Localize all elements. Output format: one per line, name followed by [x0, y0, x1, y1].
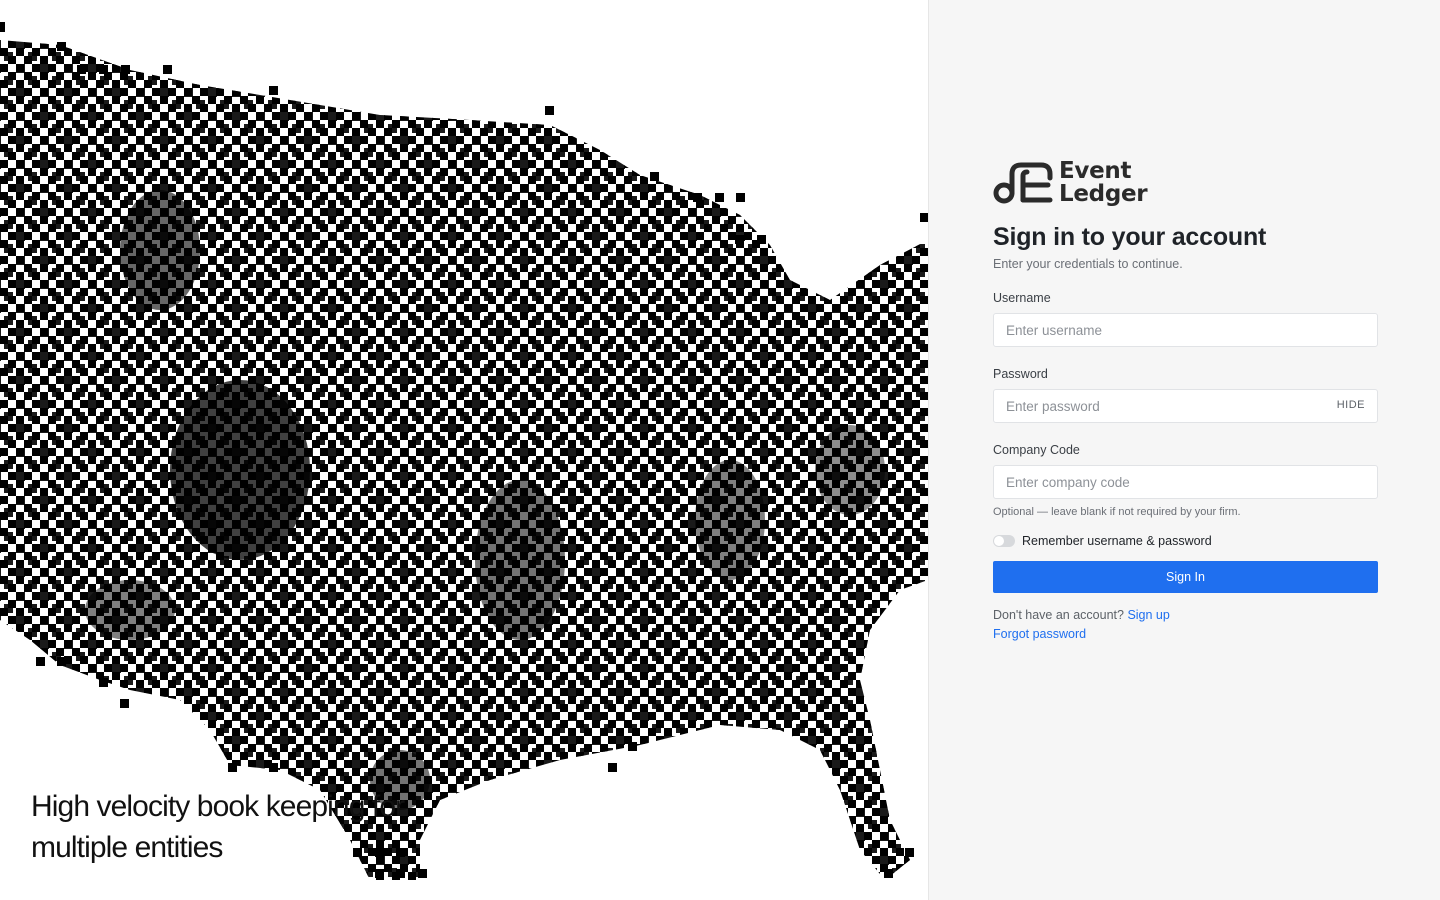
no-account-text: Don't have an account?: [993, 608, 1124, 622]
username-label: Username: [993, 291, 1051, 305]
sign-in-button[interactable]: Sign In: [993, 561, 1378, 593]
remember-label[interactable]: Remember username & password: [1022, 534, 1212, 548]
password-field-box: HIDE: [993, 389, 1378, 423]
event-ledger-logo-icon: [993, 162, 1053, 204]
toggle-knob: [994, 536, 1004, 546]
username-field-box: [993, 313, 1378, 347]
brand-name-line-2: Ledger: [1059, 181, 1148, 207]
brand-logo: Event Ledger: [993, 157, 1378, 209]
company-code-hint: Optional — leave blank if not required b…: [993, 506, 1241, 518]
company-code-field-box: [993, 465, 1378, 499]
company-code-input[interactable]: [994, 466, 1377, 498]
company-code-label: Company Code: [993, 443, 1080, 457]
sign-up-link[interactable]: Sign up: [1127, 608, 1169, 622]
password-label: Password: [993, 367, 1048, 381]
page-subtitle: Enter your credentials to continue.: [993, 257, 1183, 271]
password-visibility-toggle[interactable]: HIDE: [1337, 399, 1365, 411]
signup-prompt: Don't have an account? Sign up: [993, 608, 1378, 622]
remember-row: Remember username & password: [993, 534, 1378, 548]
hero-panel: High velocity book keeping for multiple …: [0, 0, 928, 900]
brand-name-line-1: Event: [1059, 158, 1132, 184]
tagline-line-1: High velocity book keeping for: [31, 790, 405, 823]
login-form: Event Ledger Sign in to your account Ent…: [993, 157, 1378, 641]
brand-name: Event Ledger: [1059, 158, 1148, 207]
forgot-row: Forgot password: [993, 627, 1378, 641]
username-input[interactable]: [994, 314, 1377, 346]
page-title: Sign in to your account: [993, 223, 1267, 251]
us-dot-map-illustration: [0, 22, 928, 880]
password-input[interactable]: [994, 390, 1377, 422]
hero-tagline: High velocity book keeping for multiple …: [31, 786, 405, 868]
remember-toggle[interactable]: [993, 535, 1015, 547]
forgot-password-link[interactable]: Forgot password: [993, 627, 1086, 641]
login-panel: Event Ledger Sign in to your account Ent…: [928, 0, 1440, 900]
tagline-line-2: multiple entities: [31, 831, 223, 864]
